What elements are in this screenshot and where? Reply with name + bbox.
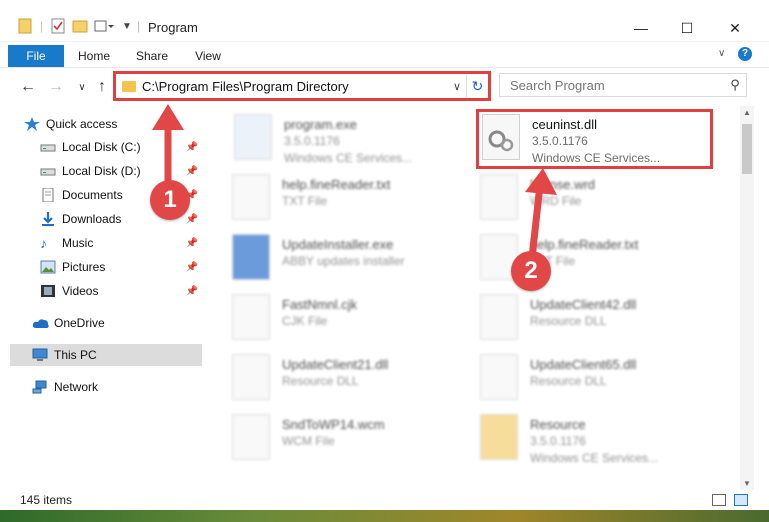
status-bar: 145 items bbox=[0, 490, 769, 510]
details-view-icon[interactable] bbox=[712, 494, 726, 506]
annotation-arrows bbox=[152, 104, 557, 259]
step-marker-2: 2 bbox=[511, 251, 551, 291]
step-marker-1: 1 bbox=[150, 180, 190, 220]
desktop-background bbox=[0, 510, 769, 522]
large-icons-view-icon[interactable] bbox=[734, 494, 748, 506]
item-count: 145 items bbox=[20, 493, 73, 507]
